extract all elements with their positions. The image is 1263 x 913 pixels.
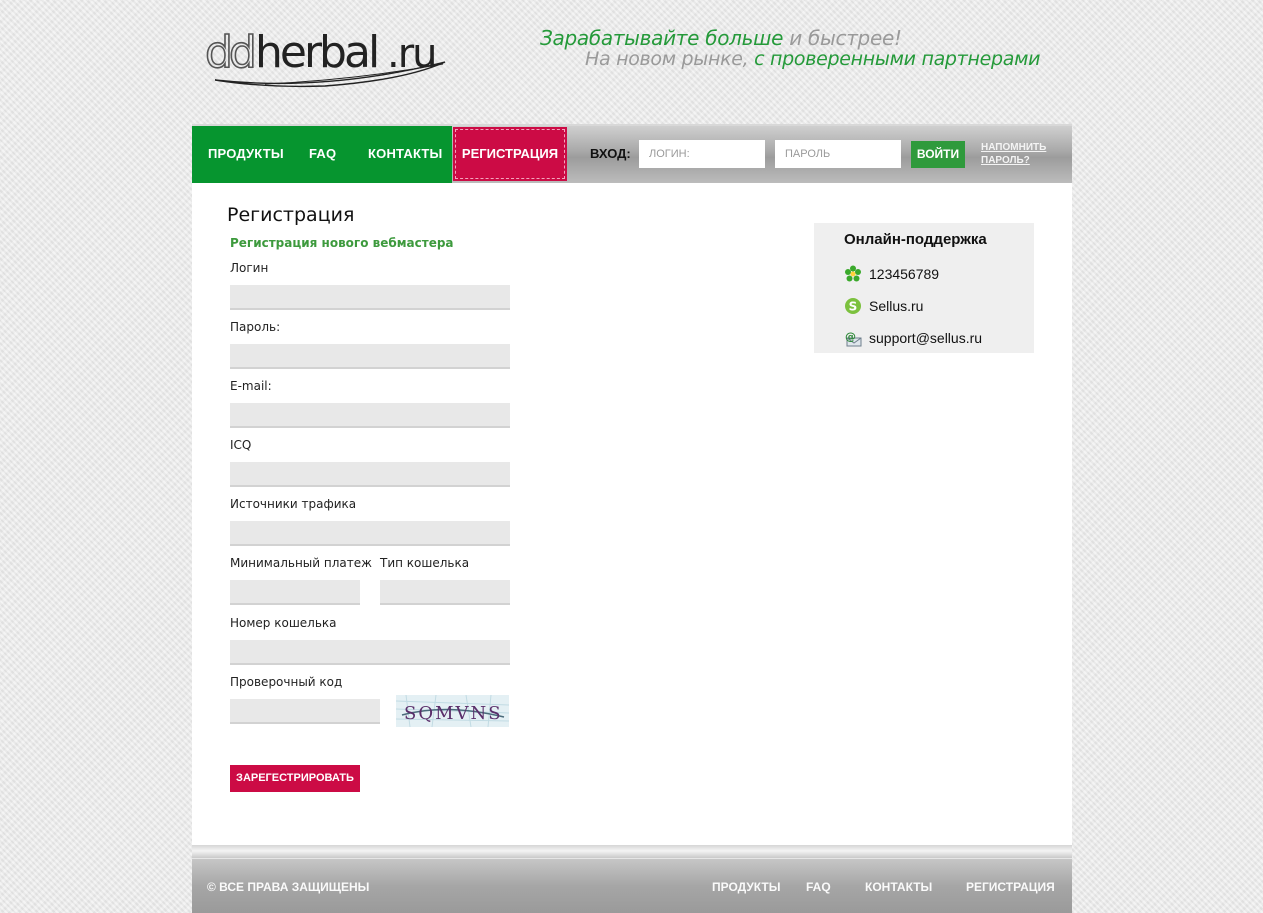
slogan-line-2: На новом рынке, с проверенными партнерам… xyxy=(585,48,1040,70)
nav-products[interactable]: ПРОДУКТЫ xyxy=(208,146,284,161)
slogan-line-1-rest: и быстрее! xyxy=(783,26,902,50)
support-title: Онлайн-поддержка xyxy=(844,231,987,248)
login-label: ВХОД: xyxy=(590,146,631,161)
captcha-image: SQMVNS xyxy=(395,694,510,728)
top-nav-bar: ПРОДУКТЫ FAQ КОНТАКТЫ РЕГИСТРАЦИЯ ВХОД: … xyxy=(192,124,1072,183)
main-content: Регистрация Регистрация нового вебмастер… xyxy=(192,183,1072,845)
support-box: Онлайн-поддержка 123456789 S Sellus.ru @… xyxy=(814,223,1034,353)
main-menu: ПРОДУКТЫ FAQ КОНТАКТЫ xyxy=(192,126,452,183)
footer-link-registration[interactable]: РЕГИСТРАЦИЯ xyxy=(966,880,1055,894)
footer-copyright: © ВСЕ ПРАВА ЗАЩИЩЕНЫ xyxy=(207,880,370,894)
remind-line-2: ПАРОЛЬ? xyxy=(981,155,1030,166)
svg-text:@: @ xyxy=(845,330,856,343)
header-password-input[interactable] xyxy=(775,140,901,168)
nav-registration[interactable]: РЕГИСТРАЦИЯ xyxy=(453,127,567,181)
wallet-type-label: Тип кошелька xyxy=(380,556,470,570)
footer-link-products[interactable]: ПРОДУКТЫ xyxy=(712,880,781,894)
icq-field[interactable] xyxy=(230,462,510,487)
slogan-line-2-highlight: с проверенными партнерами xyxy=(754,48,1041,70)
password-field-label: Пароль: xyxy=(230,320,281,334)
footer-divider xyxy=(192,845,1072,858)
support-email-address: support@sellus.ru xyxy=(869,330,983,346)
page-title: Регистрация xyxy=(227,204,355,226)
logo-graphic: dd herbal .ru xyxy=(205,26,446,88)
nav-registration-label: РЕГИСТРАЦИЯ xyxy=(461,146,559,161)
remind-line-1: НАПОМНИТЬ xyxy=(981,142,1047,153)
slogan-line-1-highlight: Зарабатывайте больше xyxy=(540,26,784,50)
footer-link-faq[interactable]: FAQ xyxy=(806,880,831,894)
icq-flower-icon xyxy=(845,265,861,282)
support-skype[interactable]: S Sellus.ru xyxy=(844,297,923,315)
wallet-type-field[interactable] xyxy=(380,580,510,605)
support-email[interactable]: @ support@sellus.ru xyxy=(844,329,982,347)
support-icq[interactable]: 123456789 xyxy=(844,265,939,283)
wallet-number-label: Номер кошелька xyxy=(230,616,337,630)
min-payment-label: Минимальный платеж xyxy=(230,556,372,570)
login-field-label: Логин xyxy=(230,261,269,275)
email-field[interactable] xyxy=(230,403,510,428)
email-at-icon: @ xyxy=(845,330,862,347)
nav-contacts[interactable]: КОНТАКТЫ xyxy=(368,146,442,161)
site-logo[interactable]: dd herbal .ru xyxy=(205,22,450,94)
nav-faq[interactable]: FAQ xyxy=(309,146,336,161)
footer-link-contacts[interactable]: КОНТАКТЫ xyxy=(865,880,932,894)
register-button[interactable]: ЗАРЕГЕСТРИРОВАТЬ xyxy=(230,765,360,792)
wallet-number-field[interactable] xyxy=(230,640,510,665)
svg-text:S: S xyxy=(849,300,858,314)
support-skype-name: Sellus.ru xyxy=(869,298,924,314)
slogan-line-2-rest: На новом рынке, xyxy=(585,48,755,70)
captcha-label: Проверочный код xyxy=(230,675,343,689)
svg-text:dd: dd xyxy=(205,27,253,78)
form-subtitle: Регистрация нового вебмастера xyxy=(230,236,454,250)
support-icq-number: 123456789 xyxy=(869,266,940,282)
traffic-field-label: Источники трафика xyxy=(230,497,357,511)
footer: © ВСЕ ПРАВА ЗАЩИЩЕНЫ ПРОДУКТЫ FAQ КОНТАК… xyxy=(192,858,1072,913)
login-field[interactable] xyxy=(230,285,510,310)
login-button[interactable]: ВОЙТИ xyxy=(911,141,965,168)
min-payment-field[interactable] xyxy=(230,580,360,605)
captcha-field[interactable] xyxy=(230,699,380,724)
skype-icon: S xyxy=(845,298,861,314)
captcha-text: SQMVNS xyxy=(404,703,503,724)
remind-password-link[interactable]: НАПОМНИТЬ ПАРОЛЬ? xyxy=(981,141,1061,167)
email-field-label: E-mail: xyxy=(230,379,272,393)
slogan-line-1: Зарабатывайте больше и быстрее! xyxy=(540,26,902,50)
icq-field-label: ICQ xyxy=(230,438,252,452)
password-field[interactable] xyxy=(230,344,510,369)
header-login-input[interactable] xyxy=(639,140,765,168)
svg-text:herbal: herbal xyxy=(255,27,377,78)
traffic-field[interactable] xyxy=(230,521,510,546)
